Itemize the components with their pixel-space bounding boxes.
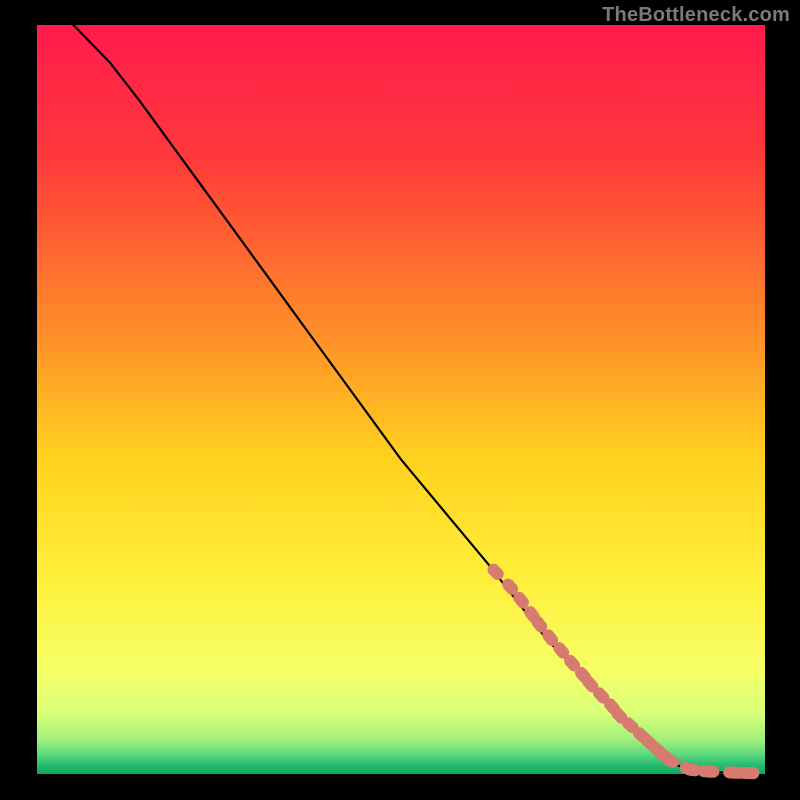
watermark-label: TheBottleneck.com <box>602 4 790 27</box>
plot-area <box>37 25 765 774</box>
chart-container: TheBottleneck.com <box>0 0 800 800</box>
highlight-marker <box>741 767 759 779</box>
bottleneck-chart <box>0 0 800 800</box>
highlight-marker <box>701 765 720 778</box>
